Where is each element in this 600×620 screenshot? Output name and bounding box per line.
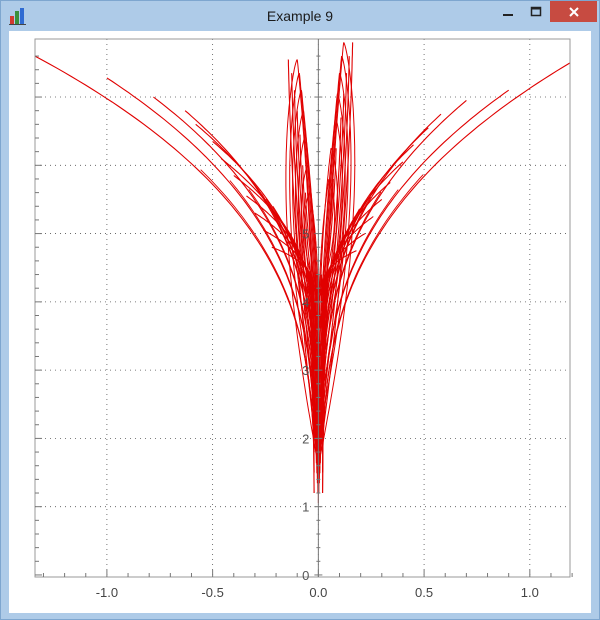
x-tick-label: 1.0 <box>521 585 539 600</box>
x-tick-label: 0.5 <box>415 585 433 600</box>
app-window: Example 9 -1.0 -0.5 0.0 0.5 1.0 0 1 2 3 4 5 <box>0 0 600 620</box>
maximize-icon <box>530 6 542 16</box>
y-tick-label: 3 <box>302 363 309 378</box>
close-button[interactable] <box>550 1 597 22</box>
branch-curve <box>322 62 571 494</box>
x-tick-label: -0.5 <box>201 585 223 600</box>
title-bar[interactable]: Example 9 <box>1 1 599 31</box>
minimize-button[interactable] <box>494 1 522 22</box>
branch-curve <box>34 55 315 494</box>
maximize-button[interactable] <box>522 1 550 22</box>
x-tick-label: -1.0 <box>96 585 118 600</box>
close-icon <box>568 6 579 17</box>
chart[interactable]: -1.0 -0.5 0.0 0.5 1.0 0 1 2 3 4 5 <box>9 31 591 613</box>
plot-area[interactable]: -1.0 -0.5 0.0 0.5 1.0 0 1 2 3 4 5 <box>9 31 591 613</box>
minimize-icon <box>503 13 513 16</box>
y-tick-label: 0 <box>302 568 309 583</box>
branch-curve <box>322 144 414 391</box>
y-tick-label: 1 <box>302 500 309 515</box>
x-tick-label: 0.0 <box>309 585 327 600</box>
y-tick-label: 5 <box>302 227 309 242</box>
y-tick-label: 4 <box>302 295 309 310</box>
y-tick-label: 2 <box>302 431 309 446</box>
